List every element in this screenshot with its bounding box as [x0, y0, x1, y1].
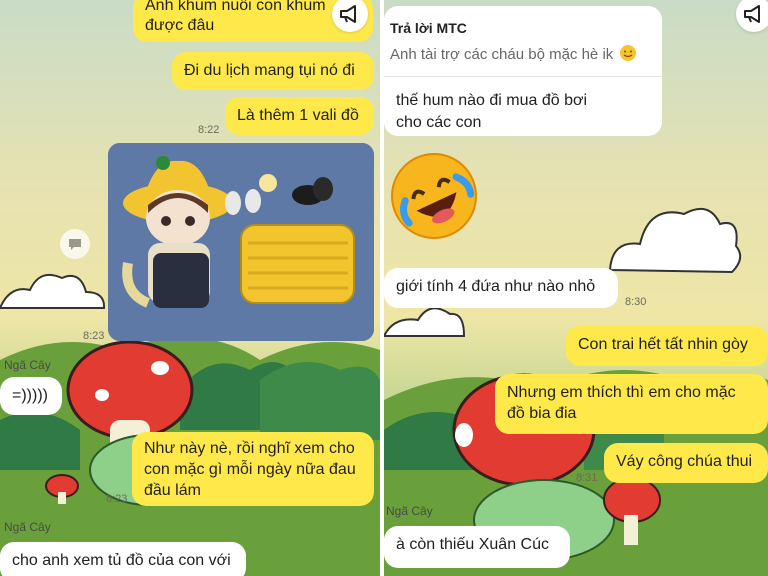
message-bubble[interactable]: Là thêm 1 vali đồ [225, 97, 374, 135]
timestamp: 8:31 [576, 472, 598, 484]
message-text: Con trai hết tất nhin gòy [578, 336, 748, 353]
message-text: Nhưng em thích thì em cho mặc [507, 384, 736, 401]
comment-icon[interactable] [60, 229, 90, 259]
message-bubble[interactable]: Đi du lịch mang tụi nó đi [172, 52, 374, 90]
message-text: được đâu [145, 17, 215, 34]
timestamp: 8:23 [83, 330, 105, 342]
message-text: à còn thiếu Xuân Cúc [396, 536, 549, 553]
timestamp: 8:30 [625, 296, 647, 308]
message-text: thế hum nào đi mua đồ bơi [396, 92, 588, 109]
timestamp: 8:22 [198, 124, 220, 136]
message-text: =))))) [12, 387, 48, 404]
chat-panel-left: Anh khum nuôi con khum được đâu Đi du lị… [0, 0, 380, 576]
message-text: Đi du lịch mang tụi nó đi [184, 62, 355, 79]
message-text: đầu lám [144, 482, 201, 499]
message-bubble[interactable]: cho anh xem tủ đồ của con với [0, 542, 246, 576]
sender-name: Ngã Cây [4, 358, 51, 372]
reply-quote-text: Anh tài trợ các cháu bộ mặc hè ik [390, 46, 614, 63]
smiling-emoji [620, 45, 637, 61]
laughing-emoji[interactable] [388, 150, 480, 242]
reply-header: Trả lời MTC [390, 20, 467, 36]
photo-message[interactable] [108, 143, 374, 341]
message-bubble[interactable]: Con trai hết tất nhin gòy [566, 326, 768, 366]
message-bubble[interactable]: Như này nè, rồi nghĩ xem cho con mặc gì … [132, 432, 374, 506]
message-bubble[interactable]: =))))) [0, 377, 62, 415]
timestamp: 8:23 [106, 493, 128, 505]
cloud [0, 274, 106, 309]
sender-name: Ngã Cây [4, 520, 51, 534]
message-text: Anh khum nuôi con khum [145, 0, 326, 14]
message-bubble[interactable]: à còn thiếu Xuân Cúc [384, 526, 570, 568]
photo-image [108, 143, 374, 341]
sender-name: Ngã Cây [386, 504, 433, 518]
message-text: cho anh xem tủ đồ của con với [12, 552, 231, 569]
message-text: Váy công chúa thui [616, 453, 753, 470]
megaphone-icon[interactable] [736, 0, 768, 32]
message-bubble[interactable]: giới tính 4 đứa như nào nhỏ [384, 268, 618, 308]
reply-quote: Anh tài trợ các cháu bộ mặc hè ik [390, 44, 637, 63]
divider [384, 76, 662, 77]
message-text: con mặc gì mỗi ngày nữa đau [144, 461, 356, 478]
message-text: cho các con [396, 114, 482, 131]
message-text: giới tính 4 đứa như nào nhỏ [396, 278, 596, 295]
message-bubble[interactable]: Váy công chúa thui [604, 443, 768, 483]
message-text: thế hum nào đi mua đồ bơi cho các con [396, 90, 587, 134]
message-text: đồ bia đia [507, 405, 577, 422]
reply-message-bubble[interactable]: Trả lời MTC Anh tài trợ các cháu bộ mặc … [384, 6, 662, 136]
message-text: Như này nè, rồi nghĩ xem cho [144, 440, 355, 457]
message-text: Là thêm 1 vali đồ [237, 107, 359, 124]
message-bubble[interactable]: Nhưng em thích thì em cho mặc đồ bia đia [495, 374, 768, 434]
